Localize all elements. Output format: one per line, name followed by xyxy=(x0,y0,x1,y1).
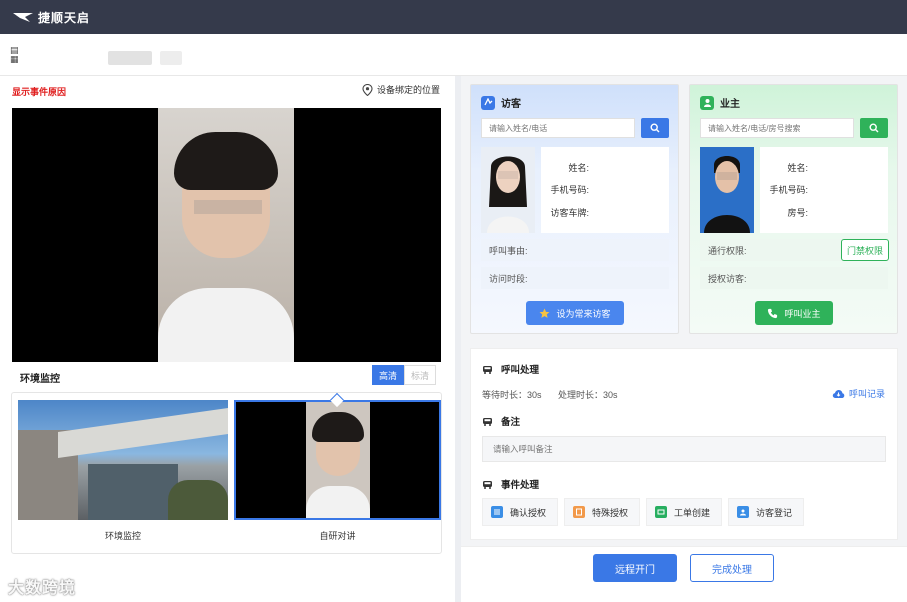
handle-duration: 处理时长：30s xyxy=(558,390,618,400)
owner-phone-label: 手机号码: xyxy=(769,185,808,195)
car-icon xyxy=(483,417,492,426)
owner-search-button[interactable] xyxy=(860,118,888,138)
person-hair xyxy=(174,132,278,190)
blurred-title xyxy=(108,51,152,65)
ticket-icon xyxy=(655,506,667,518)
owner-card: 业主 姓名: 手机号码: 房号: 通行权限: 门禁权限 授权访客: 呼叫业主 xyxy=(689,84,898,334)
main-video-feed[interactable] xyxy=(12,108,441,362)
visitor-info-box: 姓名: 手机号码: 访客车牌: xyxy=(541,147,669,233)
call-process-label: 呼叫处理 xyxy=(501,365,540,376)
intercom-thumbnail[interactable] xyxy=(234,400,441,520)
quality-toggle: 高清 标清 xyxy=(372,365,436,385)
wait-duration: 等待时长：30s xyxy=(482,390,542,400)
special-auth-label: 特殊授权 xyxy=(592,507,629,518)
visitor-badge-icon xyxy=(481,95,495,110)
sd-button[interactable]: 标清 xyxy=(404,365,436,385)
remote-open-door-button[interactable]: 远程开门 xyxy=(593,554,677,582)
car-icon xyxy=(483,365,492,374)
search-icon xyxy=(869,123,879,133)
env-monitor-label: 环境监控 xyxy=(20,374,60,385)
visitor-phone-label: 手机号码: xyxy=(550,185,589,195)
user-register-icon xyxy=(737,506,749,518)
visitor-card: 访客 姓名: 手机号码: 访客车牌: 呼叫事由: 访问时段: 设为常来访客 xyxy=(470,84,679,334)
event-process-label: 事件处理 xyxy=(501,480,540,491)
search-icon xyxy=(650,123,660,133)
page-icon: ▤ ▦ xyxy=(10,45,19,64)
door-permission-button[interactable]: 门禁权限 xyxy=(841,239,889,261)
owner-badge-icon xyxy=(700,95,714,110)
visitor-photo xyxy=(481,147,535,233)
finish-process-button[interactable]: 完成处理 xyxy=(690,554,774,582)
visitor-search-button[interactable] xyxy=(641,118,669,138)
thumb-shirt xyxy=(306,486,370,518)
brand-name: 捷顺天启 xyxy=(38,10,91,25)
blurred-subtitle xyxy=(160,51,182,65)
owner-authorized-visitor: 授权访客: xyxy=(700,267,888,289)
location-pin-icon xyxy=(362,83,373,96)
person-shirt xyxy=(158,288,294,362)
owner-card-header: 业主 xyxy=(700,95,740,110)
call-record-link[interactable]: 呼叫记录 xyxy=(832,387,885,400)
owner-search-input[interactable] xyxy=(700,118,854,138)
owner-name-label: 姓名: xyxy=(787,163,808,173)
visitor-visit-time: 访问时段: xyxy=(481,267,669,289)
cloud-icon xyxy=(832,389,845,398)
visitor-search-input[interactable] xyxy=(481,118,635,138)
event-reason-text: 显示事件原因 xyxy=(12,87,67,97)
visitor-card-header: 访客 xyxy=(481,95,521,110)
special-auth-button[interactable]: 特殊授权 xyxy=(564,498,640,526)
env-monitor-thumbnail[interactable] xyxy=(18,400,228,520)
device-location-label: 设备绑定的位置 xyxy=(377,85,441,95)
owner-room-label: 房号: xyxy=(787,208,808,218)
thumb-person xyxy=(306,402,370,518)
visitor-register-button[interactable]: 访客登记 xyxy=(728,498,804,526)
tree xyxy=(168,480,228,520)
building-canopy xyxy=(58,408,228,458)
create-ticket-button[interactable]: 工单创建 xyxy=(646,498,722,526)
visitor-search-row xyxy=(481,118,669,138)
set-frequent-visitor-button[interactable]: 设为常来访客 xyxy=(526,301,624,325)
action-footer xyxy=(461,546,907,602)
owner-title: 业主 xyxy=(720,99,740,110)
confirm-auth-button[interactable]: 确认授权 xyxy=(482,498,558,526)
visitor-register-label: 访客登记 xyxy=(756,507,793,518)
visitor-call-reason: 呼叫事由: xyxy=(481,239,669,261)
privacy-blur xyxy=(194,200,262,214)
video-person-frame xyxy=(158,108,294,362)
visitor-title: 访客 xyxy=(501,99,521,110)
watermark-text: 大数跨境 xyxy=(8,580,77,597)
glass-entrance xyxy=(88,464,178,520)
call-owner-button[interactable]: 呼叫业主 xyxy=(755,301,833,325)
thumb-caption-env: 环境监控 xyxy=(104,531,141,541)
visitor-name-label: 姓名: xyxy=(568,163,589,173)
clipboard-icon xyxy=(573,506,585,518)
thumb-hair xyxy=(312,412,364,442)
call-owner-label: 呼叫业主 xyxy=(784,308,821,319)
event-process-title: 事件处理 xyxy=(482,477,539,491)
star-icon xyxy=(540,308,550,318)
create-ticket-label: 工单创建 xyxy=(674,507,711,518)
owner-search-row xyxy=(700,118,888,138)
owner-info-box: 姓名: 手机号码: 房号: xyxy=(760,147,888,233)
sub-header: ▤ ▦ xyxy=(0,34,907,76)
brand-logo-icon xyxy=(13,13,33,22)
set-frequent-visitor-label: 设为常来访客 xyxy=(556,308,611,319)
note-label: 备注 xyxy=(501,417,521,428)
hd-button[interactable]: 高清 xyxy=(372,365,404,385)
call-process-title: 呼叫处理 xyxy=(482,362,539,376)
call-durations: 等待时长：30s 处理时长：30s xyxy=(482,388,618,401)
call-record-label: 呼叫记录 xyxy=(849,389,886,399)
top-nav-bar: 捷顺天启 xyxy=(0,0,907,34)
note-input[interactable] xyxy=(482,436,886,462)
car-icon xyxy=(483,480,492,489)
owner-photo xyxy=(700,147,754,233)
visitor-plate-label: 访客车牌: xyxy=(550,208,589,218)
confirm-auth-label: 确认授权 xyxy=(510,507,547,518)
note-title: 备注 xyxy=(482,414,520,428)
device-location-link[interactable]: 设备绑定的位置 xyxy=(362,83,440,96)
phone-icon xyxy=(768,308,778,318)
panel-divider xyxy=(455,76,461,602)
list-icon xyxy=(491,506,503,518)
thumb-caption-intercom: 自研对讲 xyxy=(319,531,356,541)
